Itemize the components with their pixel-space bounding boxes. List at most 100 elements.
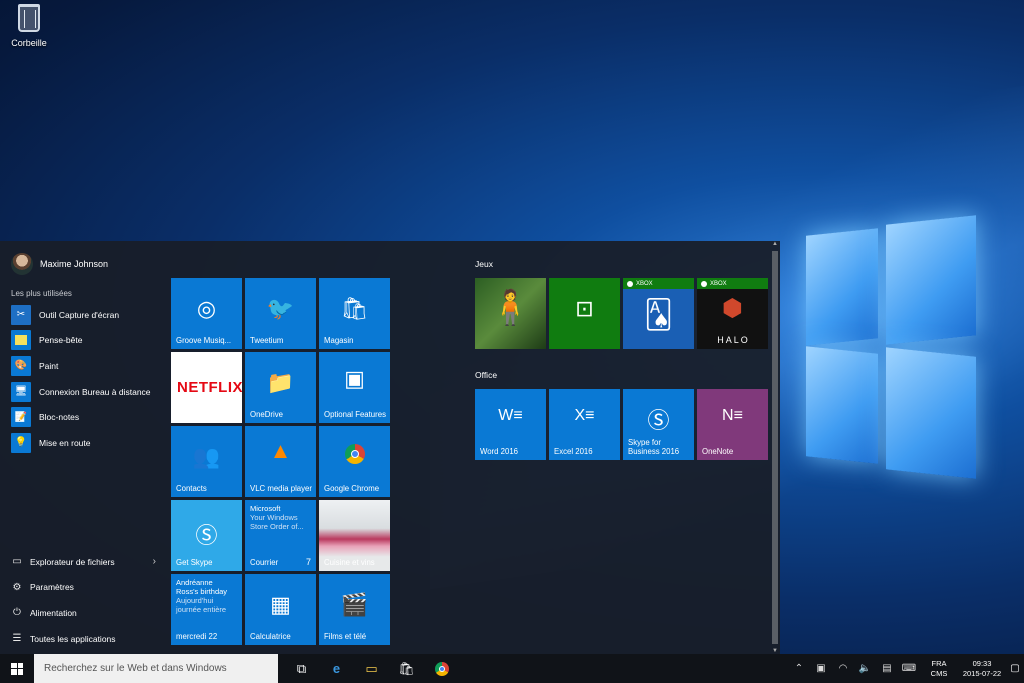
tile-food-drink[interactable]: Cuisine et vins: [319, 500, 390, 571]
tile-solitaire[interactable]: XBOX 🂡: [623, 278, 694, 349]
power-item[interactable]: ⏻ Alimentation: [11, 600, 156, 626]
film-clapper-icon: 🎬: [340, 592, 369, 617]
start-scrollbar[interactable]: ▲ ▼: [772, 241, 778, 654]
tile-label: mercredi 22: [176, 632, 218, 641]
app-remote-desktop[interactable]: 🖥 Connexion Bureau à distance: [11, 379, 161, 405]
action-center-icon[interactable]: ▢: [1006, 663, 1024, 674]
tile-label: Google Chrome: [324, 484, 380, 493]
notepad-icon: 📝: [11, 407, 31, 428]
tile-calendar[interactable]: Andréanne Ross's birthday Aujourd'hui jo…: [171, 574, 242, 645]
tile-label: VLC media player: [250, 484, 312, 493]
tile-xbox-avatar[interactable]: 🧍: [475, 278, 546, 349]
tile-label: Get Skype: [176, 558, 213, 567]
snipping-tool-icon: ✂: [11, 304, 31, 325]
all-apps-item[interactable]: ☰ Toutes les applications: [11, 626, 156, 652]
recycle-bin-label: Corbeille: [11, 38, 47, 48]
tile-label: OneNote: [702, 447, 734, 456]
keyboard-icon[interactable]: ⌨: [898, 663, 920, 674]
tile-label: OneDrive: [250, 410, 283, 419]
tile-netflix[interactable]: NETFLIX: [171, 352, 242, 423]
start-button[interactable]: [0, 654, 34, 683]
app-paint[interactable]: 🎨 Paint: [11, 353, 161, 379]
tile-groove-music[interactable]: ◎ Groove Musiq...: [171, 278, 242, 349]
tile-get-skype[interactable]: Ⓢ Get Skype: [171, 500, 242, 571]
network-icon[interactable]: ▣: [810, 663, 832, 674]
chrome-icon: [319, 444, 390, 470]
avatar: [11, 253, 33, 275]
scrollbar-thumb[interactable]: [772, 251, 778, 644]
tile-xbox-app[interactable]: ⊡: [549, 278, 620, 349]
app-notepad[interactable]: 📝 Bloc-notes: [11, 404, 161, 430]
sticky-notes-icon: [11, 330, 31, 351]
app-get-started[interactable]: 💡 Mise en route: [11, 430, 161, 456]
optional-features-icon: ▣: [344, 366, 365, 391]
tile-optional-features[interactable]: ▣ Optional Features: [319, 352, 390, 423]
tile-calculator[interactable]: ▦ Calculatrice: [245, 574, 316, 645]
app-label: Bloc-notes: [39, 412, 80, 423]
clock-time: 09:33: [972, 658, 992, 668]
taskbar: Recherchez sur le Web et dans Windows ⧉ …: [0, 654, 1024, 683]
file-explorer-item[interactable]: ▭ Explorateur de fichiers ›: [11, 549, 156, 575]
tile-vlc[interactable]: ▲ VLC media player: [245, 426, 316, 497]
app-snipping-tool[interactable]: ✂ Outil Capture d'écran: [11, 302, 161, 328]
task-view-icon[interactable]: ⧉: [284, 654, 319, 683]
mail-preview: Microsoft Your Windows Store Order of...: [250, 504, 312, 531]
chrome-taskbar-icon[interactable]: [424, 654, 459, 683]
xbox-badge: XBOX: [623, 278, 694, 289]
group-label-jeux: Jeux: [475, 259, 493, 269]
message-icon[interactable]: ▤: [876, 663, 898, 674]
input-language[interactable]: FRA CMS: [926, 659, 952, 679]
settings-item[interactable]: ⚙ Paramètres: [11, 575, 156, 601]
store-taskbar-icon[interactable]: 🛍: [389, 654, 424, 683]
bird-icon: 🐦: [266, 296, 295, 321]
tile-label: Excel 2016: [554, 447, 593, 456]
settings-label: Paramètres: [30, 582, 74, 593]
tile-excel[interactable]: X≡ Excel 2016: [549, 389, 620, 460]
vlc-cone-icon: ▲: [269, 438, 292, 463]
app-sticky-notes[interactable]: Pense-bête: [11, 328, 161, 354]
tile-label: Word 2016: [480, 447, 518, 456]
paint-icon: 🎨: [11, 355, 31, 376]
chevron-up-icon[interactable]: ⌃: [788, 663, 810, 674]
halo-helmet-icon: ⬢: [722, 295, 743, 322]
tile-halo[interactable]: XBOX ⬢ HALO: [697, 278, 768, 349]
clock[interactable]: 09:33 2015-07-22: [958, 659, 1006, 679]
tile-onedrive[interactable]: 📁 OneDrive: [245, 352, 316, 423]
user-account[interactable]: Maxime Johnson: [11, 252, 108, 276]
tile-skype-business[interactable]: Ⓢ Skype for Business 2016: [623, 389, 694, 460]
wifi-icon[interactable]: ◠: [832, 663, 854, 674]
tile-label: Tweetium: [250, 336, 284, 345]
tile-store[interactable]: 🛍 Magasin: [319, 278, 390, 349]
tile-mail[interactable]: Microsoft Your Windows Store Order of...…: [245, 500, 316, 571]
tile-label: Cuisine et vins: [324, 558, 375, 567]
tile-films-tv[interactable]: 🎬 Films et télé: [319, 574, 390, 645]
user-name: Maxime Johnson: [40, 259, 109, 269]
remote-desktop-icon: 🖥: [11, 381, 31, 402]
mail-subject-1: Your Windows: [250, 513, 298, 522]
windows-icon: [11, 662, 23, 675]
edge-icon[interactable]: e: [319, 654, 354, 683]
tile-google-chrome[interactable]: Google Chrome: [319, 426, 390, 497]
chevron-right-icon[interactable]: ›: [153, 556, 156, 567]
tile-tweetium[interactable]: 🐦 Tweetium: [245, 278, 316, 349]
file-explorer-label: Explorateur de fichiers: [30, 556, 115, 567]
tile-word[interactable]: W≡ Word 2016: [475, 389, 546, 460]
netflix-logo: NETFLIX: [177, 379, 242, 396]
start-bottom-list: ▭ Explorateur de fichiers › ⚙ Paramètres…: [11, 549, 156, 651]
search-input[interactable]: Recherchez sur le Web et dans Windows: [34, 654, 278, 683]
recycle-bin[interactable]: Corbeille: [6, 4, 52, 48]
volume-icon[interactable]: 🔈: [854, 663, 876, 674]
tile-label: Skype for Business 2016: [628, 438, 680, 456]
xbox-app-icon: ⊡: [575, 296, 594, 321]
recycle-bin-icon: [18, 4, 40, 32]
tile-label: Courrier: [250, 558, 279, 567]
start-menu: Maxime Johnson Les plus utilisées ✂ Outi…: [0, 241, 780, 654]
all-apps-icon: ☰: [12, 633, 22, 645]
tile-onenote[interactable]: N≡ OneNote: [697, 389, 768, 460]
app-label: Paint: [39, 360, 59, 371]
skype-business-icon: Ⓢ: [647, 408, 670, 433]
file-explorer-icon[interactable]: ▭: [354, 654, 389, 683]
scroll-up-icon[interactable]: ▲: [772, 241, 778, 247]
most-used-header: Les plus utilisées: [11, 289, 72, 298]
tile-contacts[interactable]: 👥 Contacts: [171, 426, 242, 497]
